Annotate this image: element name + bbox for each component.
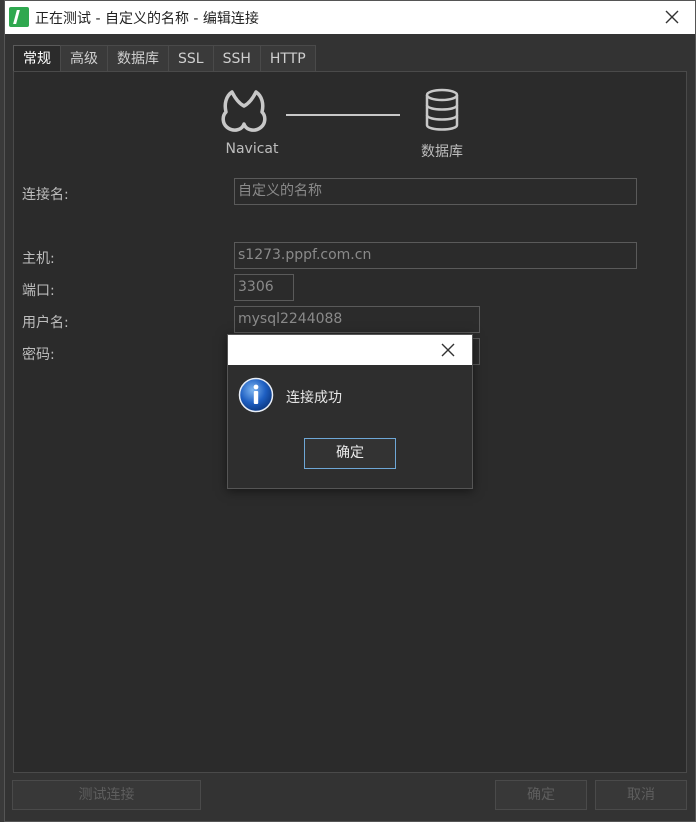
tab-general[interactable]: 常规	[13, 45, 61, 72]
tab-database[interactable]: 数据库	[107, 45, 169, 72]
navicat-app-icon	[9, 7, 29, 27]
close-icon	[665, 10, 679, 24]
close-icon	[441, 343, 455, 357]
tab-advanced[interactable]: 高级	[60, 45, 108, 72]
connection-name-input[interactable]: 自定义的名称	[234, 178, 637, 205]
info-icon	[238, 377, 274, 413]
connection-line	[286, 114, 400, 116]
tab-http[interactable]: HTTP	[259, 45, 316, 72]
dialog-close-button[interactable]	[436, 338, 460, 362]
host-label: 主机:	[22, 251, 55, 267]
tab-ssh[interactable]: SSH	[212, 45, 261, 72]
window-title: 正在测试 - 自定义的名称 - 编辑连接	[35, 11, 259, 27]
title-bar: 正在测试 - 自定义的名称 - 编辑连接	[5, 1, 695, 34]
window-close-button[interactable]	[659, 5, 685, 29]
database-label: 数据库	[421, 144, 463, 160]
database-icon	[425, 88, 459, 131]
dialog-message: 连接成功	[286, 390, 342, 406]
host-input[interactable]: s1273.pppf.com.cn	[234, 242, 637, 269]
cancel-button[interactable]: 取消	[595, 780, 687, 810]
navicat-icon	[221, 90, 267, 132]
test-connection-button[interactable]: 测试连接	[12, 780, 201, 810]
username-input[interactable]: mysql2244088	[234, 306, 480, 333]
port-label: 端口:	[22, 283, 55, 299]
connection-name-label: 连接名:	[22, 187, 69, 203]
username-label: 用户名:	[22, 315, 69, 331]
dialog-title-bar	[228, 335, 472, 365]
dialog-ok-button[interactable]: 确定	[304, 438, 396, 469]
success-dialog: 连接成功 确定	[227, 334, 473, 489]
tab-bar: 常规 高级 数据库 SSL SSH HTTP	[13, 45, 316, 72]
password-label: 密码:	[22, 347, 55, 363]
port-input[interactable]: 3306	[234, 274, 294, 301]
navicat-label: Navicat	[225, 141, 279, 157]
tab-ssl[interactable]: SSL	[168, 45, 214, 72]
ok-button[interactable]: 确定	[495, 780, 587, 810]
